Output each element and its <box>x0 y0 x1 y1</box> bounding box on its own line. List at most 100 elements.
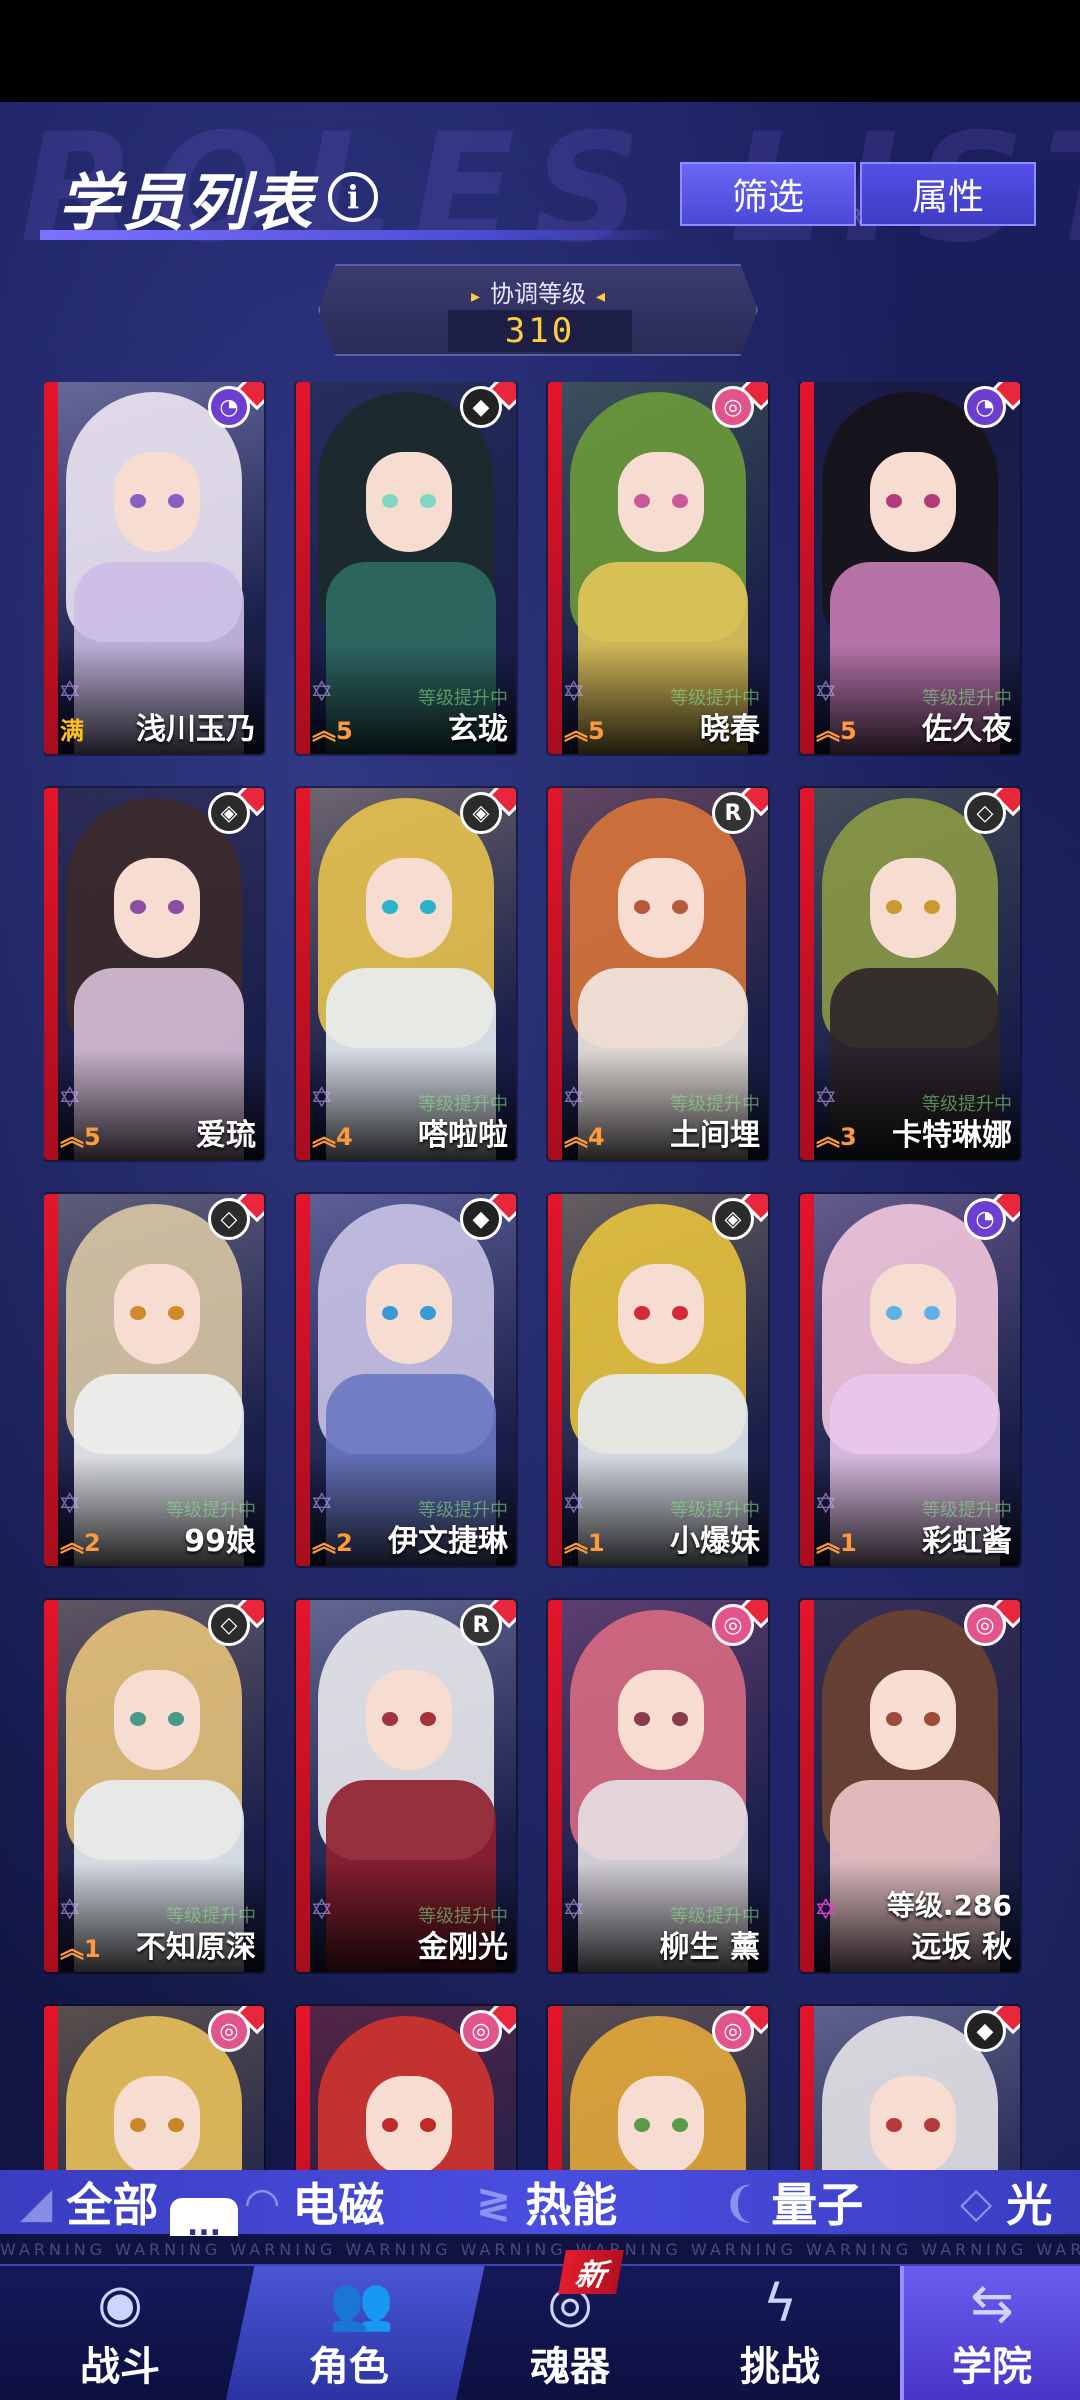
character-card[interactable]: ◈ 等级提升中 ✡ ︽4 嗒啦啦 <box>296 788 516 1160</box>
awaken-rank-value: 4 <box>336 1123 353 1151</box>
nav-challenge[interactable]: ϟ 挑战 <box>690 2266 870 2400</box>
element-tab[interactable]: ◢ 全部 <box>20 2170 158 2234</box>
portrait-eye <box>924 1306 940 1320</box>
header-buttons: 筛选 属性 <box>680 162 1036 226</box>
nav-academy[interactable]: ⇆ 学院 <box>900 2266 1080 2400</box>
hexagram-icon: ✡ <box>814 675 838 708</box>
element-tab[interactable]: ◇ 光 <box>960 2170 1052 2234</box>
element-tab[interactable]: ◠ 电磁 <box>246 2170 384 2234</box>
nav-battle-label: 战斗 <box>80 2344 160 2390</box>
awaken-rank: ︽5 <box>312 711 353 746</box>
element-tab[interactable]: ≷ 热能 <box>476 2170 617 2234</box>
portrait-eye <box>886 900 902 914</box>
new-badge: 新 <box>558 2250 624 2294</box>
awaken-rank: ︽3 <box>816 1117 857 1152</box>
character-name: 土间埋 <box>670 1118 760 1153</box>
character-card[interactable]: ◆ 等级提升中 ✡ ︽2 伊文捷琳 <box>296 1194 516 1566</box>
portrait-eye <box>420 1712 436 1726</box>
character-card[interactable]: ◎ 等级提升中 ✡ ︽5 晓春 <box>548 382 768 754</box>
card-red-edge <box>548 1194 562 1566</box>
attribute-button[interactable]: 属性 <box>860 162 1036 226</box>
nav-battle[interactable]: ◉ 战斗 <box>20 2266 220 2400</box>
character-name: 浅川玉乃 <box>136 712 256 747</box>
awaken-rank-value: 5 <box>84 1123 101 1151</box>
character-card[interactable]: ◇ 等级提升中 ✡ ︽2 99娘 <box>44 1194 264 1566</box>
nav-characters[interactable]: 👥 角色 <box>225 2266 485 2400</box>
portrait-eye <box>382 1306 398 1320</box>
globe-icon: ◉ <box>97 2274 143 2334</box>
awaken-rank-value: 3 <box>840 1123 857 1151</box>
element-dark-icon: ◔ <box>208 386 250 428</box>
character-name: 小爆妹 <box>670 1524 760 1559</box>
rank-chevron-icon: ︽ <box>564 1123 588 1151</box>
character-card[interactable]: ◈ ✡ ︽5 爱琉 <box>44 788 264 1160</box>
character-card[interactable]: ◎ 等级提升中 ✡ 柳生 薰 <box>548 1600 768 1972</box>
character-card[interactable]: R 等级提升中 ✡ 金刚光 <box>296 1600 516 1972</box>
character-card[interactable]: ◈ 等级提升中 ✡ ︽1 小爆妹 <box>548 1194 768 1566</box>
card-red-edge <box>296 2006 310 2182</box>
rank-chevron-icon: ︽ <box>60 1529 84 1557</box>
nav-souls-label: 魂器 <box>530 2344 610 2390</box>
bottom-nav: ◉ 战斗 👥 角色 ◎ 魂器 ϟ 挑战 ⇆ 学院 <box>0 2264 1080 2400</box>
element-R-icon: R <box>460 1604 502 1646</box>
character-name: 爱琉 <box>196 1118 256 1153</box>
card-red-edge <box>800 2006 814 2182</box>
portrait-eye <box>672 494 688 508</box>
awaken-rank: ︽1 <box>60 1929 101 1964</box>
portrait-eye <box>168 494 184 508</box>
character-card[interactable]: ◎✡ <box>296 2006 516 2182</box>
portrait-face <box>114 2076 200 2176</box>
nav-academy-label: 学院 <box>952 2344 1032 2390</box>
awaken-rank: ︽5 <box>816 711 857 746</box>
portrait-face <box>618 2076 704 2176</box>
element-thermal-icon: ◎ <box>964 1604 1006 1646</box>
card-red-edge <box>296 1194 310 1566</box>
roster-screen: ROLES LIST HORCRUX COLLEGE 学员列表 i 筛选 属性 … <box>0 102 1080 2400</box>
element-thermal-icon: ◎ <box>712 386 754 428</box>
portrait-eye <box>634 494 650 508</box>
filter-button[interactable]: 筛选 <box>680 162 856 226</box>
portrait-eye <box>130 2118 146 2132</box>
element-thermal-icon: ◎ <box>460 2010 502 2052</box>
page-title: 学员列表 <box>58 166 315 239</box>
character-card[interactable]: ◔ 等级提升中 ✡ ︽5 佐久夜 <box>800 382 1020 754</box>
character-card[interactable]: ◎ ✡ 等级.286 远坂 秋 <box>800 1600 1020 1972</box>
portrait-eye <box>382 494 398 508</box>
character-name: 柳生 薰 <box>659 1930 760 1965</box>
character-card[interactable]: ◎✡ <box>44 2006 264 2182</box>
portrait-eye <box>420 900 436 914</box>
hexagram-icon: ✡ <box>562 1487 586 1520</box>
character-card[interactable]: ◇ 等级提升中 ✡ ︽1 不知原深 <box>44 1600 264 1972</box>
portrait-eye <box>924 900 940 914</box>
character-card[interactable]: ◆✡ <box>800 2006 1020 2182</box>
awaken-rank: 满 <box>60 711 84 746</box>
portrait-face <box>870 1264 956 1364</box>
character-card[interactable]: ◔ ✡ 满 浅川玉乃 <box>44 382 264 754</box>
card-red-edge <box>296 1600 310 1972</box>
hexagram-icon: ✡ <box>58 1893 82 1926</box>
element-tab-label: 热能 <box>525 2178 618 2232</box>
character-card[interactable]: ◆ 等级提升中 ✡ ︽5 玄珑 <box>296 382 516 754</box>
portrait-eye <box>420 494 436 508</box>
info-icon[interactable]: i <box>328 172 379 222</box>
portrait-eye <box>886 1306 902 1320</box>
portrait-eye <box>420 1306 436 1320</box>
rank-chevron-icon: ︽ <box>312 717 336 745</box>
character-card[interactable]: ◔ 等级提升中 ✡ ︽1 彩虹酱 <box>800 1194 1020 1566</box>
card-red-edge <box>44 2006 58 2182</box>
awaken-rank-value: 5 <box>840 717 857 745</box>
awaken-rank-value: 2 <box>336 1529 353 1557</box>
awaken-rank: ︽2 <box>312 1523 353 1558</box>
character-card[interactable]: R 等级提升中 ✡ ︽4 土间埋 <box>548 788 768 1160</box>
character-card[interactable]: ◎✡ <box>548 2006 768 2182</box>
element-tab[interactable]: ❨ 量子 <box>722 2170 863 2234</box>
portrait-face <box>870 858 956 958</box>
hexagram-icon: ✡ <box>562 675 586 708</box>
element-glyph-icon: ≷ <box>476 2177 512 2227</box>
element-quantum-icon: ◇ <box>208 1604 250 1646</box>
character-card[interactable]: ◇ 等级提升中 ✡ ︽3 卡特琳娜 <box>800 788 1020 1160</box>
portrait-face <box>618 1670 704 1770</box>
element-radiation-icon: ◆ <box>460 386 502 428</box>
character-name: 佐久夜 <box>922 712 1012 747</box>
portrait-eye <box>382 900 398 914</box>
